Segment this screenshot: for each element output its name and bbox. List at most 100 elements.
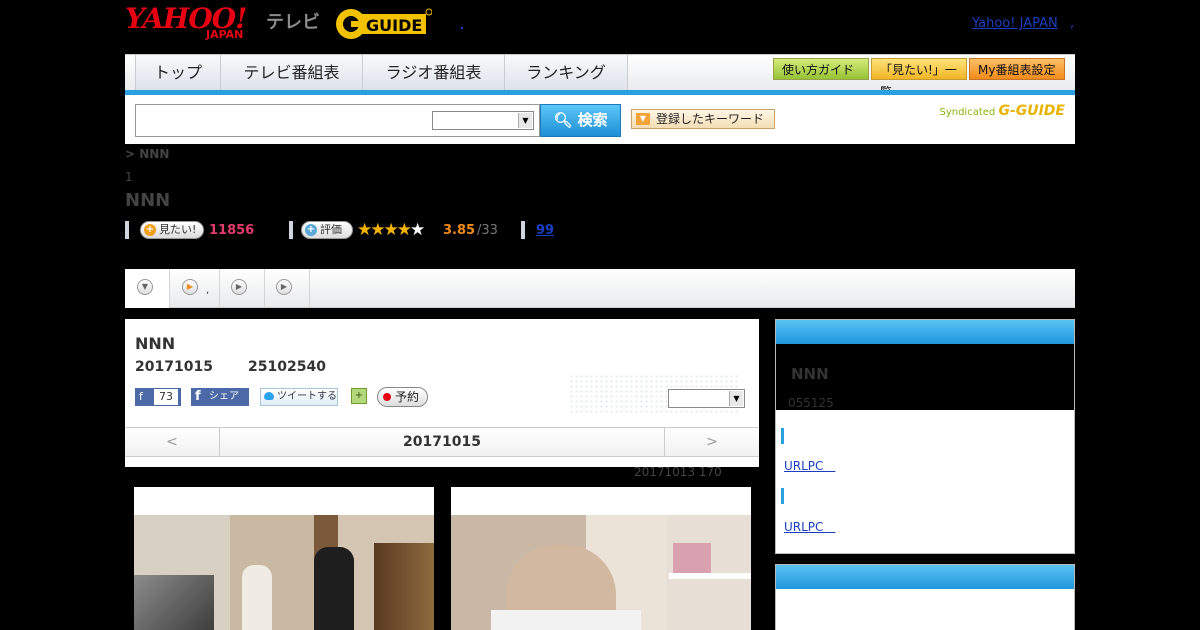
record-dot-icon <box>383 393 391 401</box>
facebook-icon: f <box>195 389 201 404</box>
previous-date-button[interactable]: < <box>125 428 220 456</box>
tweet-label: ツイートする <box>277 391 337 402</box>
want-button-label: 見たい! <box>159 223 197 236</box>
play-icon: ▶ <box>231 279 247 295</box>
search-icon: 🔍︎ <box>553 111 573 129</box>
program-options-select[interactable]: ▼ <box>668 389 745 408</box>
page-title: NNN <box>125 190 171 211</box>
program-detail-panel: NNN 20171015 25102540 f 73 f シェア ツイートする … <box>125 319 759 467</box>
scene-shirt <box>491 610 641 630</box>
star-empty-icon: ★ <box>409 220 425 240</box>
broadcast-meta: 20171013 170 <box>634 465 722 479</box>
yahoo-link-suffix: , <box>1070 16 1075 31</box>
svg-text:GUIDE: GUIDE <box>366 16 422 35</box>
rate-button-label: 評価 <box>320 223 342 236</box>
nav-tab-ranking[interactable]: ランキング <box>504 55 628 91</box>
program-code: 25102540 <box>248 359 326 375</box>
registered-keywords-button[interactable]: ▼ 登録したキーワード <box>631 109 775 129</box>
search-category-select[interactable]: ▼ <box>432 111 534 130</box>
header-dot <box>461 27 463 29</box>
program-stats: + 見たい! 11856 + 評価 ★★★★★ 3.85 /33 99 <box>125 220 725 240</box>
rating-stars: ★★★★★ <box>357 220 425 240</box>
date-navigation: < 20171015 > <box>125 427 759 457</box>
scene-thumbnail-2[interactable] <box>451 487 751 630</box>
sidebar-panel-2-header <box>776 565 1074 589</box>
reserve-label: 予約 <box>395 390 420 404</box>
sidebar-link-url-pc-2[interactable]: URLPC <box>784 518 835 535</box>
strip-tab-4[interactable]: ▶ <box>265 269 310 308</box>
nav-tab-radio-listings[interactable]: ラジオ番組表 <box>362 55 504 91</box>
bookmark-share-icon[interactable]: + <box>351 388 367 404</box>
syndicated-gguide-logo: Syndicated G-GUIDE <box>939 103 1065 119</box>
next-date-button[interactable]: > <box>664 428 759 456</box>
sidebar-subtitle: 055125 <box>788 396 834 410</box>
review-count-link[interactable]: 99 <box>536 223 554 238</box>
syndicated-brand: G-GUIDE <box>998 103 1065 119</box>
current-date: 20171015 <box>403 434 481 450</box>
star-filled-icons: ★★★★ <box>357 220 412 240</box>
play-icon: ▶ <box>182 279 198 295</box>
stat-divider <box>521 221 525 239</box>
nav-tabs: トップ テレビ番組表 ラジオ番組表 ランキング <box>135 55 628 91</box>
tweet-button[interactable]: ツイートする <box>260 388 338 406</box>
scene-image-2 <box>451 515 751 630</box>
facebook-like-button[interactable]: f 73 <box>135 388 181 406</box>
want-count: 11856 <box>209 223 255 238</box>
sidebar-section-marker <box>781 488 784 504</box>
gguide-logo[interactable]: GUIDE <box>334 7 432 41</box>
rating-value: 3.85 <box>443 223 476 238</box>
sidebar-link-url-pc-1[interactable]: URLPC <box>784 457 835 474</box>
tv-logo-text[interactable]: テレビ <box>266 8 320 34</box>
reserve-button[interactable]: 予約 <box>377 387 428 407</box>
rate-button[interactable]: + 評価 <box>301 221 353 239</box>
registered-keywords-label: 登録したキーワード <box>656 112 765 126</box>
scene-thumbnail-1[interactable] <box>134 487 434 630</box>
sidebar-title: NNN <box>791 365 829 383</box>
scene-shelf <box>669 573 751 579</box>
strip-tab-2-suffix: , <box>206 285 210 296</box>
scene-box <box>673 543 711 573</box>
global-nav: トップ テレビ番組表 ラジオ番組表 ランキング 使い方ガイド 「見たい!」一覧 … <box>125 54 1075 99</box>
sidebar-panel: NNN 055125 URLPC URLPC <box>775 319 1075 554</box>
nav-tab-tv-listings[interactable]: テレビ番組表 <box>220 55 362 91</box>
stat-divider <box>125 221 129 239</box>
facebook-like-count: 73 <box>154 389 178 405</box>
facebook-icon: f <box>139 390 143 403</box>
view-tab-strip: ▼ ▶ , ▶ ▶ <box>125 269 1075 308</box>
stat-divider <box>289 221 293 239</box>
strip-tab-1[interactable]: ▼ <box>125 269 170 308</box>
program-title: NNN <box>135 334 176 353</box>
facebook-share-label: シェア <box>209 391 239 402</box>
usage-guide-button[interactable]: 使い方ガイド <box>773 58 869 80</box>
nav-tab-top[interactable]: トップ <box>135 55 220 91</box>
strip-tab-2[interactable]: ▶ , <box>170 269 220 308</box>
facebook-share-button[interactable]: f シェア <box>191 388 249 406</box>
search-button-label: 検索 <box>577 111 608 129</box>
scene-debris <box>134 575 214 630</box>
program-index: 1 <box>125 170 133 184</box>
search-button[interactable]: 🔍︎ 検索 <box>540 104 621 137</box>
page: YAHOO! JAPAN テレビ GUIDE Yahoo! JAPAN , トッ… <box>0 0 1200 630</box>
play-icon: ▶ <box>276 279 292 295</box>
twitter-bird-icon <box>264 392 274 400</box>
my-listing-settings-button[interactable]: My番組表設定 <box>969 58 1065 80</box>
want-button[interactable]: + 見たい! <box>140 221 204 239</box>
chevron-down-icon: ▼ <box>636 113 650 125</box>
breadcrumb[interactable]: > NNN <box>125 147 169 161</box>
chevron-down-circle-icon: ▼ <box>137 279 153 295</box>
rating-total: /33 <box>477 223 498 238</box>
want-list-button[interactable]: 「見たい!」一覧 <box>871 58 967 99</box>
plus-icon: + <box>305 224 317 236</box>
sidebar-section-marker <box>781 428 784 444</box>
yahoo-japan-link[interactable]: Yahoo! JAPAN <box>972 16 1058 31</box>
chevron-down-icon: ▼ <box>518 113 532 128</box>
chevron-down-icon: ▼ <box>729 391 743 406</box>
strip-tab-3[interactable]: ▶ <box>220 269 265 308</box>
scene-wall <box>374 543 434 630</box>
plus-icon: + <box>144 224 156 236</box>
search-area: ▼ 🔍︎ 検索 ▼ 登録したキーワード Syndicated G-GUIDE <box>125 95 1075 144</box>
sidebar-panel-2 <box>775 564 1075 630</box>
program-date: 20171015 <box>135 359 213 375</box>
sidebar-panel-header <box>776 320 1074 344</box>
scene-person-2 <box>314 547 354 630</box>
